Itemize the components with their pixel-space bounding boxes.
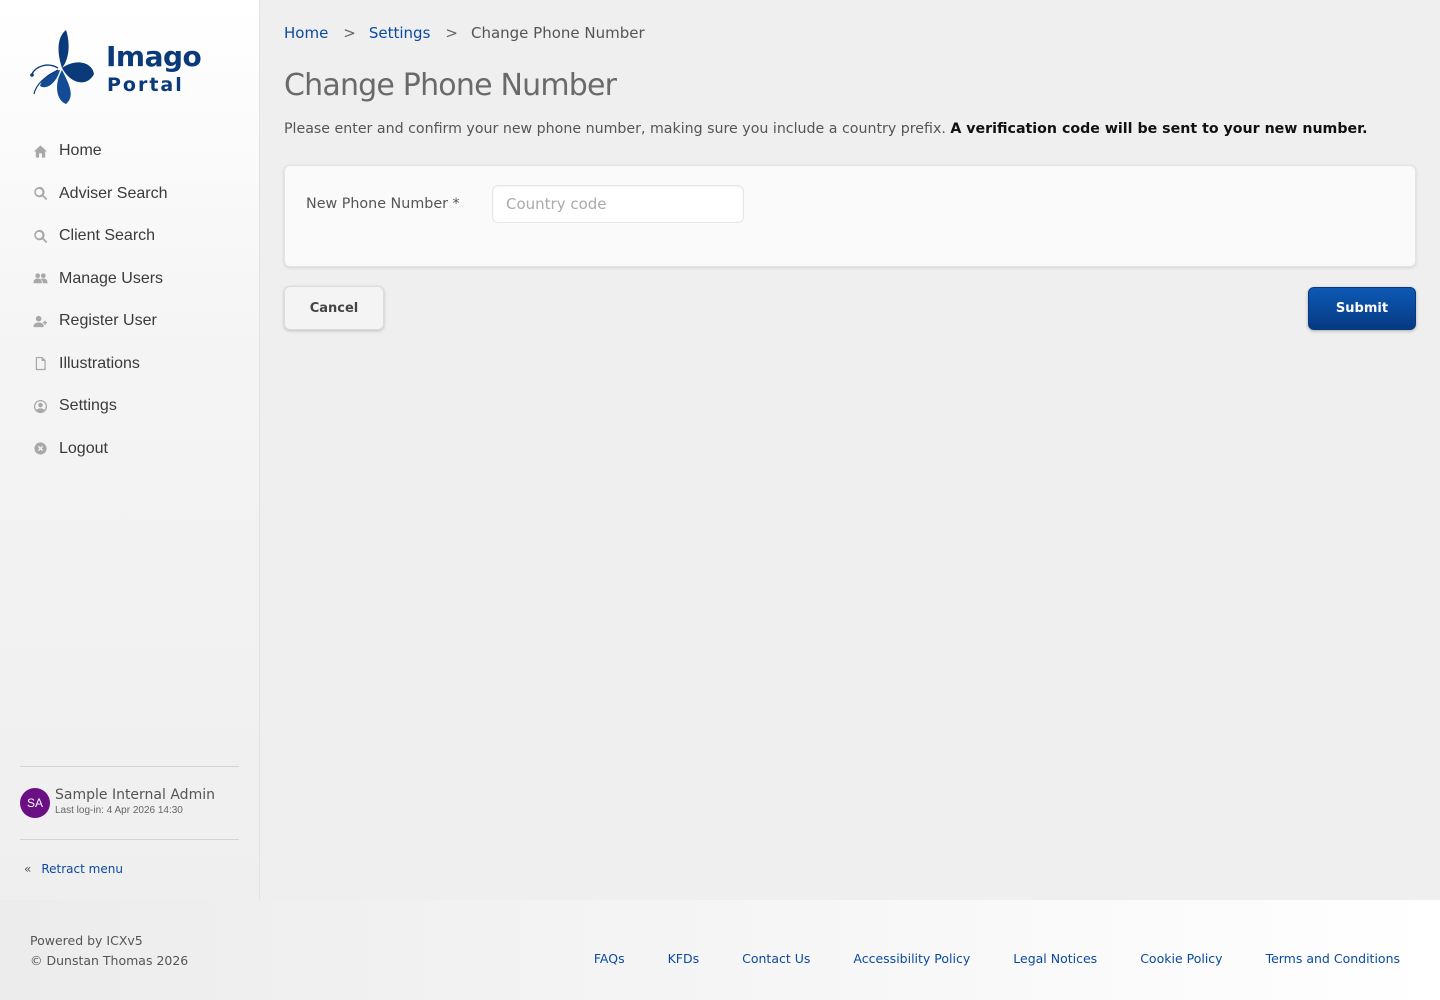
breadcrumb: Home > Settings > Change Phone Number (284, 24, 645, 42)
new-phone-number-label: New Phone Number * (306, 196, 460, 212)
breadcrumb-separator: > (343, 24, 356, 42)
sidebar-item-logout[interactable]: Logout (0, 428, 260, 471)
sidebar-item-home[interactable]: Home (0, 130, 260, 173)
footer-link-accessibility-policy[interactable]: Accessibility Policy (853, 951, 970, 966)
home-icon (32, 143, 48, 159)
sidebar-item-register-user[interactable]: Register User (0, 300, 260, 343)
sidebar-item-adviser-search[interactable]: Adviser Search (0, 173, 260, 216)
butterfly-logo-icon (30, 30, 94, 104)
sidebar-item-label: Settings (59, 397, 117, 415)
retract-menu-link[interactable]: « Retract menu (24, 862, 123, 876)
double-chevron-left-icon: « (24, 862, 32, 876)
sidebar-nav: Home Adviser Search Client Search Manage… (0, 130, 260, 470)
user-plus-icon (32, 313, 48, 329)
sidebar: Imago Portal Home Adviser Search Client … (0, 0, 260, 900)
page-title: Change Phone Number (284, 68, 617, 103)
footer-link-kfds[interactable]: KFDs (668, 951, 700, 966)
close-circle-icon (32, 441, 48, 457)
powered-by: Powered by ICXv5 (30, 933, 143, 948)
phone-form-card: New Phone Number * (284, 165, 1416, 267)
cancel-button[interactable]: Cancel (284, 286, 384, 330)
copyright: © Dunstan Thomas 2026 (30, 953, 189, 968)
country-code-input[interactable] (492, 185, 744, 223)
sidebar-item-label: Register User (59, 312, 157, 330)
sidebar-item-label: Manage Users (59, 269, 164, 287)
page-intro: Please enter and confirm your new phone … (284, 121, 1367, 137)
sidebar-item-manage-users[interactable]: Manage Users (0, 258, 260, 301)
logo-text-portal: Portal (107, 74, 184, 96)
sidebar-divider (20, 766, 239, 767)
search-icon (32, 186, 48, 202)
document-icon (32, 356, 48, 372)
sidebar-item-label: Client Search (59, 227, 156, 245)
user-circle-icon (32, 398, 48, 414)
users-icon (32, 271, 48, 287)
footer-link-terms-and-conditions[interactable]: Terms and Conditions (1266, 951, 1400, 966)
sidebar-divider (20, 839, 239, 840)
search-icon (32, 228, 48, 244)
footer-links: FAQs KFDs Contact Us Accessibility Polic… (551, 951, 1400, 966)
retract-menu-label: Retract menu (41, 862, 123, 876)
footer: Powered by ICXv5 © Dunstan Thomas 2026 F… (0, 900, 1440, 1000)
sidebar-item-label: Adviser Search (59, 184, 168, 202)
breadcrumb-current: Change Phone Number (470, 24, 645, 42)
sidebar-item-settings[interactable]: Settings (0, 385, 260, 428)
footer-link-contact-us[interactable]: Contact Us (742, 951, 810, 966)
sidebar-item-label: Home (59, 142, 102, 160)
breadcrumb-home[interactable]: Home (284, 24, 328, 42)
submit-button[interactable]: Submit (1308, 287, 1416, 330)
intro-text: Please enter and confirm your new phone … (284, 121, 946, 137)
sidebar-item-illustrations[interactable]: Illustrations (0, 343, 260, 386)
imago-portal-logo[interactable]: Imago Portal (28, 28, 202, 108)
footer-link-cookie-policy[interactable]: Cookie Policy (1140, 951, 1222, 966)
last-login: Last log-in: 4 Apr 2026 14:30 (55, 805, 183, 816)
user-name: Sample Internal Admin (55, 787, 215, 803)
sidebar-item-client-search[interactable]: Client Search (0, 215, 260, 258)
logo-text-imago: Imago (106, 40, 202, 73)
intro-bold-text: A verification code will be sent to your… (950, 121, 1368, 137)
avatar: SA (20, 788, 50, 818)
breadcrumb-settings[interactable]: Settings (369, 24, 431, 42)
sidebar-item-label: Logout (59, 439, 108, 457)
footer-link-legal-notices[interactable]: Legal Notices (1013, 951, 1097, 966)
footer-credits: Powered by ICXv5 © Dunstan Thomas 2026 (30, 931, 188, 971)
sidebar-item-label: Illustrations (59, 354, 140, 372)
footer-link-faqs[interactable]: FAQs (594, 951, 625, 966)
breadcrumb-separator: > (445, 24, 458, 42)
user-block: SA Sample Internal Admin Last log-in: 4 … (20, 788, 215, 818)
